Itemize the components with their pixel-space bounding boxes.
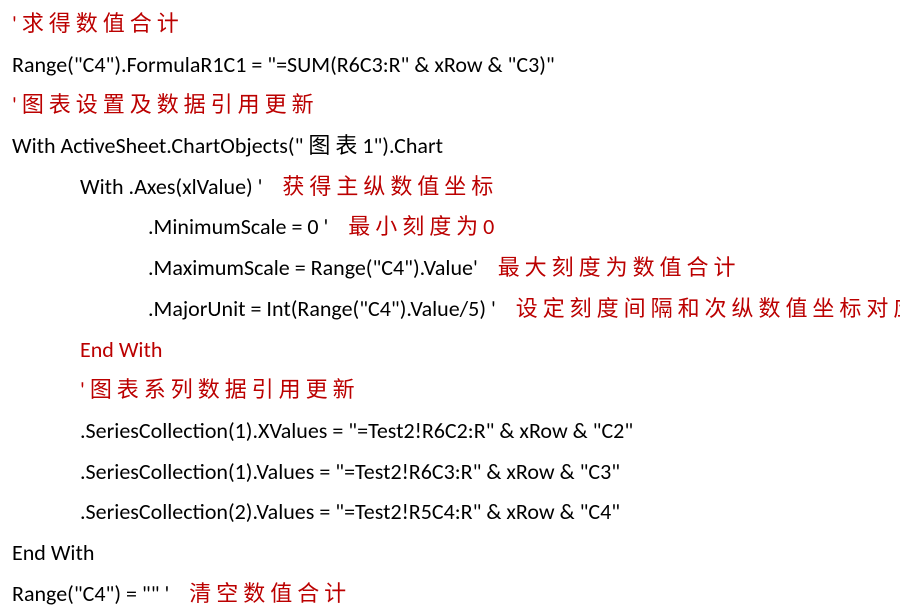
code-line-7: .MaximumScale = Range("C4").Value' 最 大 刻… bbox=[12, 248, 888, 289]
code-part-7a: .MaximumScale = Range("C4").Value' bbox=[148, 254, 478, 281]
code-line-11: .SeriesCollection(1).XValues = "=Test2!R… bbox=[12, 411, 888, 452]
code-line-4: With ActiveSheet.ChartObjects(" 图 表 1").… bbox=[12, 126, 888, 167]
comment-part-15b: 清 空 数 值 合 计 bbox=[169, 580, 346, 607]
code-line-6: .MinimumScale = 0 ' 最 小 刻 度 为 0 bbox=[12, 207, 888, 248]
code-line-14: End With bbox=[12, 533, 888, 574]
code-line-2: Range("C4").FormulaR1C1 = "=SUM(R6C3:R" … bbox=[12, 45, 888, 86]
code-line-9: End With bbox=[12, 330, 888, 371]
comment-part-5b: 获 得 主 纵 数 值 坐 标 bbox=[263, 173, 494, 200]
code-part-15a: Range("C4") = "" ' bbox=[12, 580, 169, 607]
comment-line-10: ' 图 表 系 列 数 据 引 用 更 新 bbox=[12, 370, 888, 411]
code-line-13: .SeriesCollection(2).Values = "=Test2!R5… bbox=[12, 492, 888, 533]
code-line-5: With .Axes(xlValue) ' 获 得 主 纵 数 值 坐 标 bbox=[12, 167, 888, 208]
code-part-6a: .MinimumScale = 0 ' bbox=[148, 213, 328, 240]
code-line-12: .SeriesCollection(1).Values = "=Test2!R6… bbox=[12, 452, 888, 493]
comment-part-8b: 设 定 刻 度 间 隔 和 次 纵 数 值 坐 标 对 应 bbox=[496, 295, 900, 322]
comment-part-6b: 最 小 刻 度 为 0 bbox=[328, 213, 494, 240]
code-line-8: .MajorUnit = Int(Range("C4").Value/5) ' … bbox=[12, 289, 888, 330]
code-part-5a: With .Axes(xlValue) ' bbox=[80, 173, 263, 200]
comment-part-7b: 最 大 刻 度 为 数 值 合 计 bbox=[478, 254, 736, 281]
comment-line-3: ' 图 表 设 置 及 数 据 引 用 更 新 bbox=[12, 85, 888, 126]
code-line-15: Range("C4") = "" ' 清 空 数 值 合 计 bbox=[12, 574, 888, 614]
comment-line-1: ' 求 得 数 值 合 计 bbox=[12, 4, 888, 45]
code-part-8a: .MajorUnit = Int(Range("C4").Value/5) ' bbox=[148, 295, 496, 322]
